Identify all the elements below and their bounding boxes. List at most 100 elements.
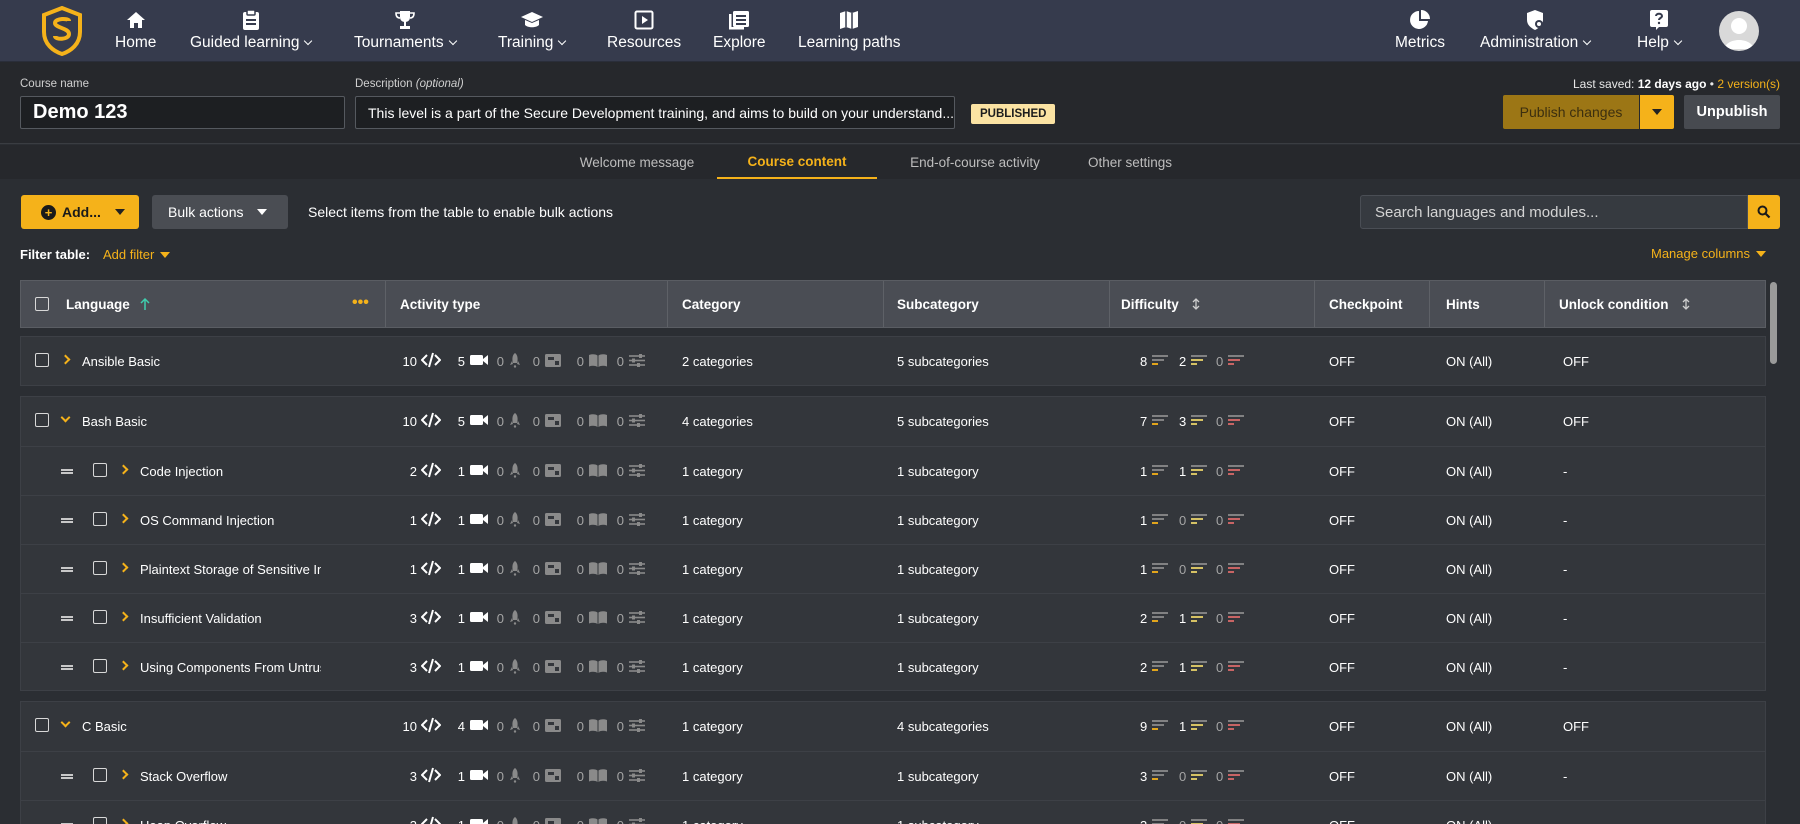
row-checkbox[interactable] (35, 718, 49, 732)
row-checkbox[interactable] (93, 512, 107, 526)
nav-metrics[interactable]: Metrics (1395, 8, 1445, 54)
nav-label-text: Explore (713, 34, 766, 51)
sort-icon[interactable] (1191, 297, 1201, 311)
column-header-category[interactable]: Category (682, 281, 741, 327)
checkpoint-cell: OFF (1329, 513, 1355, 528)
drag-handle-icon[interactable] (61, 616, 73, 621)
activity-count-value: 0 (532, 414, 540, 429)
bulk-actions-button[interactable]: Bulk actions (152, 195, 288, 229)
hints-cell: ON (All) (1446, 660, 1493, 675)
row-checkbox[interactable] (35, 413, 49, 427)
home-icon (126, 8, 146, 32)
activity-count-value: 0 (616, 464, 624, 479)
column-header-activity-type[interactable]: Activity type (400, 281, 480, 327)
securecode-logo-icon[interactable] (40, 6, 84, 56)
code-icon (420, 767, 442, 786)
chevron-right-icon[interactable] (118, 660, 129, 671)
drag-handle-icon[interactable] (61, 774, 73, 779)
select-all-checkbox[interactable] (35, 297, 49, 311)
caret-down-icon (257, 209, 268, 215)
language-row[interactable]: C Basic 10 4 0 0 0 0 1 category 4 subcategories 9… (21, 702, 1765, 751)
module-row[interactable]: Plaintext Storage of Sensitive Informa 1 1… (21, 544, 1765, 593)
nav-learning-paths[interactable]: Learning paths (798, 8, 901, 54)
column-header-language[interactable]: Language (66, 281, 150, 327)
versions-link[interactable]: 2 version(s) (1717, 77, 1780, 91)
column-header-unlock-condition[interactable]: Unlock condition (1559, 281, 1691, 327)
unpublish-button[interactable]: Unpublish (1684, 95, 1780, 129)
row-checkbox[interactable] (93, 659, 107, 673)
chevron-right-icon[interactable] (118, 562, 129, 573)
difficulty-count: 0 (1216, 513, 1224, 528)
module-row[interactable]: Code Injection 2 1 0 0 0 0 1 category 1 subcateg… (21, 446, 1765, 495)
publish-options-dropdown[interactable] (1640, 95, 1674, 129)
chevron-right-icon[interactable] (60, 354, 71, 365)
nav-help[interactable]: Help (1637, 8, 1683, 54)
sort-ascending-icon[interactable] (140, 297, 150, 311)
nav-administration[interactable]: Administration (1480, 8, 1592, 54)
activity-count-value: 0 (576, 719, 584, 734)
activity-count-value: 0 (496, 660, 504, 675)
difficulty-medium: 0 (1179, 752, 1208, 801)
nav-home[interactable]: Home (115, 8, 156, 54)
module-row[interactable]: Insufficient Validation 3 1 0 0 0 0 1 category 1… (21, 593, 1765, 642)
activity-count: 0 (494, 337, 522, 386)
activity-count: 0 (494, 496, 522, 545)
row-checkbox[interactable] (93, 768, 107, 782)
column-header-difficulty[interactable]: Difficulty (1121, 281, 1201, 327)
description-input[interactable]: This level is a part of the Secure Devel… (355, 96, 955, 129)
drag-handle-icon[interactable] (61, 567, 73, 572)
column-options-menu[interactable]: ••• (352, 294, 369, 312)
unlock-condition-cell: - (1563, 562, 1568, 577)
user-avatar[interactable] (1719, 11, 1759, 51)
add-filter-button[interactable]: Add filter (103, 247, 171, 262)
row-checkbox[interactable] (93, 561, 107, 575)
chevron-right-icon[interactable] (118, 513, 129, 524)
difficulty-hard-icon (1227, 414, 1245, 429)
activity-count-value: 3 (400, 818, 417, 824)
table-scrollbar-thumb[interactable] (1770, 282, 1777, 364)
sort-icon[interactable] (1681, 297, 1691, 311)
search-input[interactable] (1360, 195, 1748, 229)
module-row[interactable]: Stack Overflow 3 1 0 0 0 0 1 category 1 subcateg… (21, 751, 1765, 800)
nav-training[interactable]: Training (498, 8, 567, 54)
tab-end-of-course-activity[interactable]: End-of-course activity (887, 145, 1063, 179)
drag-handle-icon[interactable] (61, 665, 73, 670)
module-row[interactable]: Using Components From Untrusted S 3 1 0 0 0 0 1… (21, 642, 1765, 691)
row-checkbox[interactable] (93, 463, 107, 477)
column-header-subcategory[interactable]: Subcategory (897, 281, 979, 327)
tab-welcome-message[interactable]: Welcome message (567, 145, 707, 179)
column-header-checkpoint[interactable]: Checkpoint (1329, 281, 1403, 327)
course-name-input[interactable]: Demo 123 (20, 96, 345, 129)
mission-icon (508, 658, 522, 677)
video-icon (469, 561, 489, 578)
chevron-right-icon[interactable] (118, 769, 129, 780)
chevron-down-icon[interactable] (60, 717, 71, 728)
difficulty-easy-icon (1151, 354, 1169, 369)
manage-columns-button[interactable]: Manage columns (1651, 246, 1766, 261)
nav-resources[interactable]: Resources (607, 8, 681, 54)
chevron-right-icon[interactable] (118, 464, 129, 475)
drag-handle-icon[interactable] (61, 518, 73, 523)
nav-guided-learning[interactable]: Guided learning (190, 8, 313, 54)
language-row[interactable]: Bash Basic 10 5 0 0 0 0 4 categories 5 subcatego… (21, 397, 1765, 446)
column-header-hints[interactable]: Hints (1446, 281, 1480, 327)
chevron-right-icon[interactable] (118, 611, 129, 622)
language-row[interactable]: Ansible Basic 10 5 0 0 0 0 2 categories 5 subcat… (21, 337, 1765, 386)
module-row[interactable]: OS Command Injection 1 1 0 0 0 0 1 category 1 su… (21, 495, 1765, 544)
search-button[interactable] (1748, 195, 1780, 229)
hints-cell: ON (All) (1446, 719, 1493, 734)
activity-count-value: 0 (532, 464, 540, 479)
row-checkbox[interactable] (35, 353, 49, 367)
tab-course-content[interactable]: Course content (717, 145, 877, 179)
chevron-right-icon[interactable] (118, 818, 129, 824)
module-row[interactable]: Heap Overflow 3 1 0 0 0 0 1 category 1 subcatego… (21, 800, 1765, 824)
drag-handle-icon[interactable] (61, 469, 73, 474)
publish-changes-button[interactable]: Publish changes (1503, 95, 1639, 129)
row-checkbox[interactable] (93, 817, 107, 824)
nav-explore[interactable]: Explore (713, 8, 766, 54)
add-button[interactable]: + Add... (21, 195, 139, 229)
tab-other-settings[interactable]: Other settings (1073, 145, 1187, 179)
nav-tournaments[interactable]: Tournaments (354, 8, 457, 54)
chevron-down-icon[interactable] (60, 412, 71, 423)
row-checkbox[interactable] (93, 610, 107, 624)
